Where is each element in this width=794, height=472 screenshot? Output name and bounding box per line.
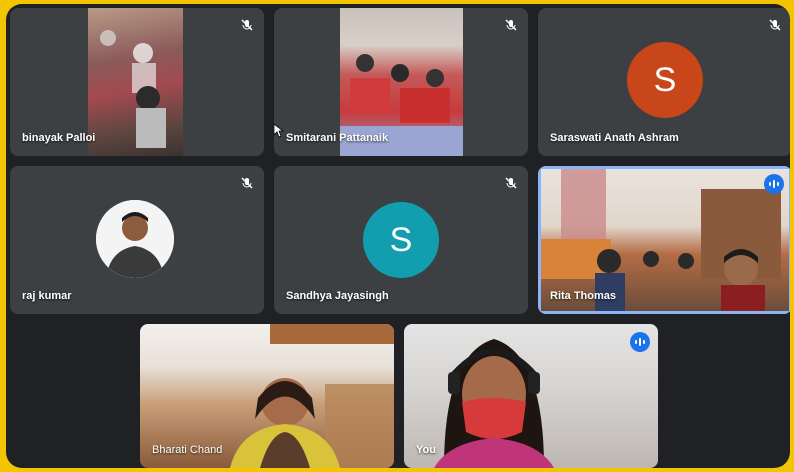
participant-tile-saraswati-anath-ashram[interactable]: S Saraswati Anath Ashram [538,8,790,156]
video-scene [434,339,554,468]
participant-tile-sandhya-jayasingh[interactable]: S Sandhya Jayasingh [274,166,528,314]
mouse-cursor-icon [274,123,285,143]
participant-video [404,324,658,468]
avatar-photo [96,200,174,278]
participant-name: You [416,444,436,456]
meeting-grid: binayak Palloi Smitarani Pattanaik S Sar… [6,4,790,468]
participant-tile-bharati-chand[interactable]: Bharati Chand [140,324,394,468]
participant-tile-smitarani-pattanaik[interactable]: Smitarani Pattanaik [274,8,528,156]
avatar: S [627,42,703,118]
participant-tile-rita-thomas[interactable]: Rita Thomas [538,166,790,314]
audio-level-icon [630,332,650,352]
participant-video [88,8,183,156]
audio-level-icon [764,174,784,194]
participant-name: Saraswati Anath Ashram [550,132,679,144]
participant-tile-you[interactable]: You [404,324,658,468]
mic-off-icon [504,18,518,32]
participant-name: binayak Palloi [22,132,96,144]
participant-name: Smitarani Pattanaik [286,132,389,144]
participant-tile-binayak-palloi[interactable]: binayak Palloi [10,8,264,156]
participant-name: Sandhya Jayasingh [286,290,389,302]
mic-off-icon [504,176,518,190]
participant-name: Rita Thomas [550,290,617,302]
participant-name: Bharati Chand [152,444,223,456]
avatar-initial: S [389,220,413,259]
mic-off-icon [768,18,782,32]
video-scene [100,30,166,148]
avatar: S [363,202,439,278]
participant-tile-raj-kumar[interactable]: raj kumar [10,166,264,314]
mic-off-icon [240,18,254,32]
avatar-initial: S [653,60,677,99]
avatar [96,200,174,278]
participant-name: raj kumar [22,290,72,302]
mic-off-icon [240,176,254,190]
